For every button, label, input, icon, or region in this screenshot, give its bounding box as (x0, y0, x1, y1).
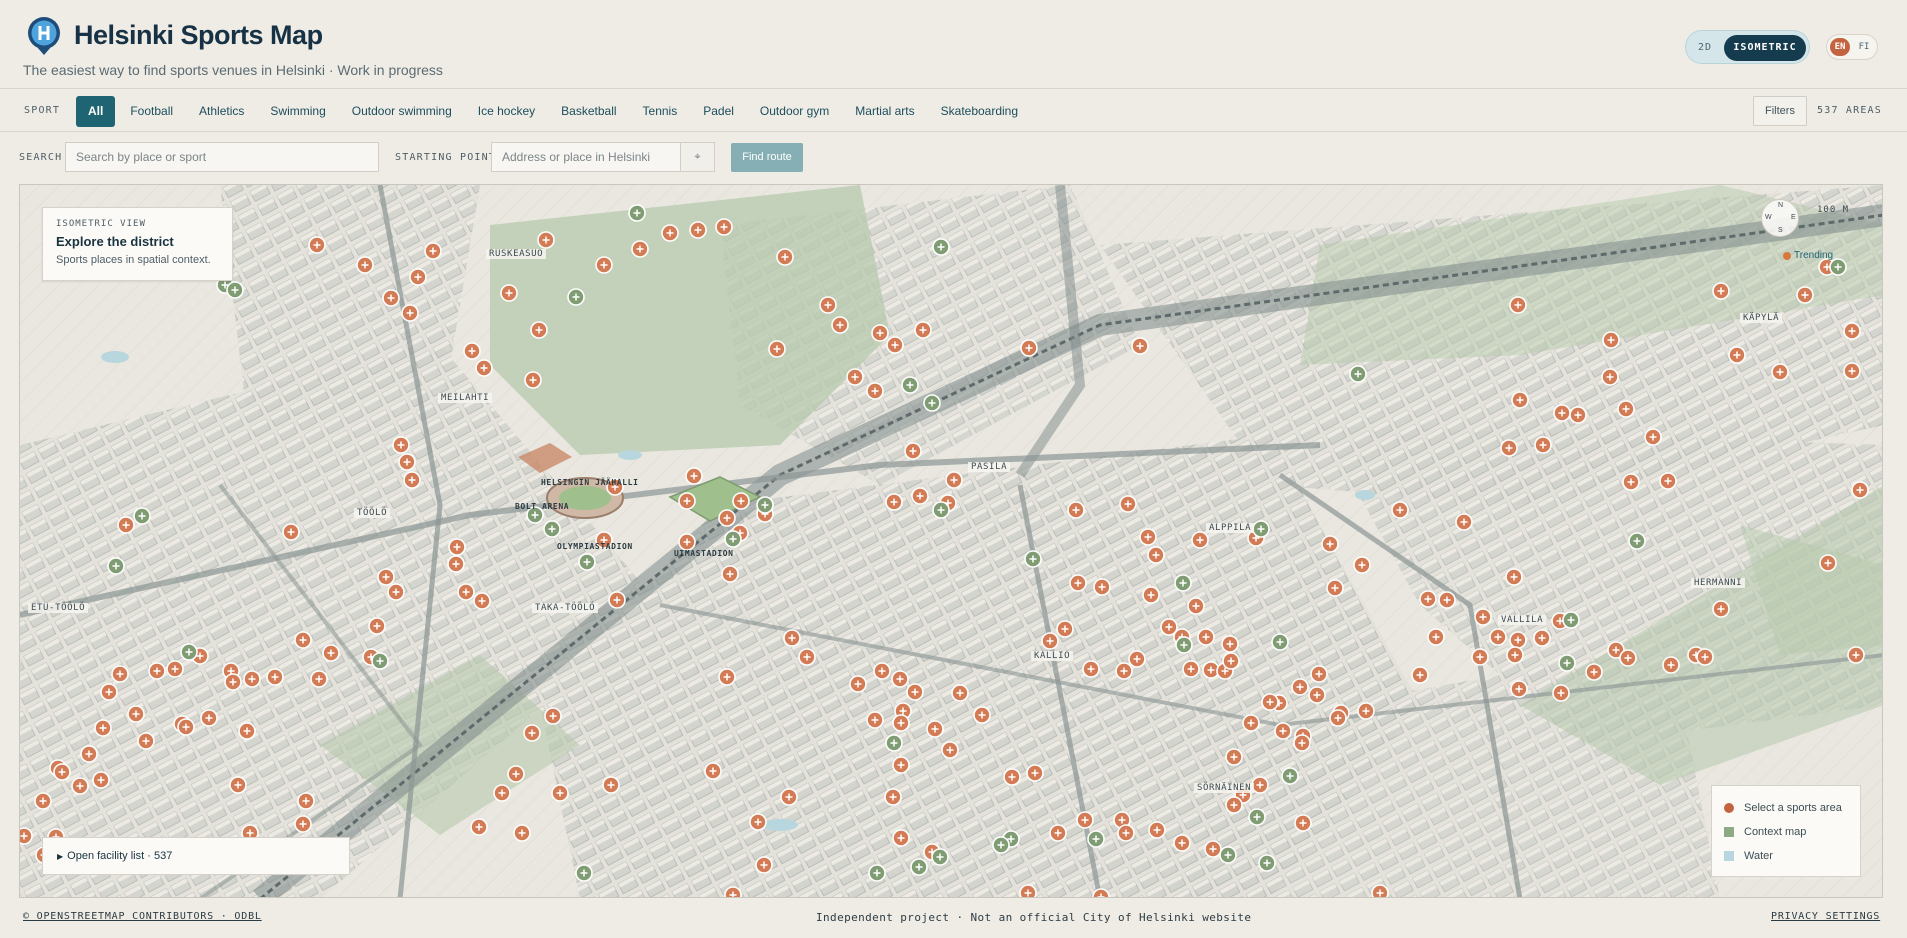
chip-skateboarding[interactable]: Skateboarding (928, 96, 1031, 127)
search-label: SEARCH (19, 152, 63, 163)
logo-pin-icon (28, 17, 60, 55)
filters-button[interactable]: Filters (1753, 96, 1807, 126)
chip-ice-hockey[interactable]: Ice hockey (465, 96, 548, 127)
compass-w: W (1765, 214, 1772, 221)
landmark-label: UIMASTADION (674, 549, 734, 558)
chip-outdoor-swimming[interactable]: Outdoor swimming (339, 96, 465, 127)
app-header: Helsinki Sports Map The easiest way to f… (0, 0, 1907, 88)
app-title: Helsinki Sports Map (74, 20, 323, 50)
chip-basketball[interactable]: Basketball (548, 96, 629, 127)
district-label: KALLIO (1031, 651, 1074, 661)
district-label: VALLILA (1498, 615, 1547, 625)
map-attribution-link[interactable]: © OPENSTREETMAP CONTRIBUTORS · ODBL (23, 911, 262, 922)
landmark-label: OLYMPIASTADION (557, 542, 633, 551)
search-row: SEARCH STARTING POINT ⌖ Find route (0, 133, 1907, 183)
district-label: MEILAHTI (438, 393, 493, 403)
legend-swatch (1724, 803, 1734, 813)
map-canvas[interactable] (20, 185, 1883, 898)
trending-toggle[interactable]: Trending (1780, 247, 1837, 265)
district-label: ETU-TÖÖLÖ (28, 603, 89, 613)
legend-swatch (1724, 851, 1734, 861)
district-label: TÖÖLÖ (354, 508, 391, 518)
legend-label: Context map (1744, 826, 1807, 838)
crosshair-icon: ⌖ (694, 151, 701, 163)
privacy-settings-link[interactable]: PRIVACY SETTINGS (1771, 911, 1880, 922)
app-footer: © OPENSTREETMAP CONTRIBUTORS · ODBL Inde… (0, 898, 1907, 938)
compass-e: E (1791, 214, 1796, 221)
find-route-button[interactable]: Find route (731, 143, 803, 172)
info-card-text: Sports places in spatial context. (56, 254, 211, 266)
district-label: HERMANNI (1691, 578, 1746, 588)
district-label: KÄPYLÄ (1740, 313, 1783, 323)
district-label: RUSKEASUO (486, 249, 547, 259)
app-logo[interactable] (26, 16, 62, 56)
sport-filter-bar: SPORT All Football Athletics Swimming Ou… (0, 88, 1907, 132)
district-label: TAKA-TÖÖLÖ (532, 603, 599, 613)
legend-item-sports: Select a sports area (1724, 796, 1848, 820)
language-en-button[interactable]: EN (1830, 38, 1850, 56)
areas-count: 537 AREAS (1817, 105, 1882, 116)
language-toggle: EN FI (1826, 34, 1878, 60)
app-subtitle: The easiest way to find sports venues in… (23, 62, 443, 78)
legend-item-context: Context map (1724, 820, 1848, 844)
info-card-title: Explore the district (56, 234, 174, 249)
legend-item-water: Water (1724, 844, 1848, 868)
chip-martial-arts[interactable]: Martial arts (842, 96, 927, 127)
language-fi-button[interactable]: FI (1854, 38, 1874, 56)
district-label: SÖRNÄINEN (1194, 783, 1255, 793)
starting-point-input[interactable] (491, 142, 681, 172)
legend-label: Water (1744, 850, 1773, 862)
info-card-kicker: ISOMETRIC VIEW (56, 219, 146, 229)
facility-list-label: Open facility list · 537 (67, 850, 173, 862)
open-facility-list-button[interactable]: ▶ Open facility list · 537 (42, 837, 350, 875)
view-2d-button[interactable]: 2D (1690, 35, 1720, 61)
map-scale: 100 M (1817, 205, 1850, 215)
starting-point-label: STARTING POINT (395, 152, 497, 163)
chip-swimming[interactable]: Swimming (257, 96, 338, 127)
legend-label: Select a sports area (1744, 802, 1842, 814)
chip-all[interactable]: All (76, 96, 116, 127)
sport-chips: All Football Athletics Swimming Outdoor … (76, 96, 1031, 127)
map-legend: Select a sports area Context map Water (1711, 785, 1861, 877)
footer-disclaimer: Independent project · Not an official Ci… (816, 911, 1252, 924)
compass[interactable]: N E S W (1761, 199, 1799, 237)
view-isometric-button[interactable]: ISOMETRIC (1724, 35, 1806, 61)
locate-me-button[interactable]: ⌖ (681, 142, 715, 172)
search-input[interactable] (65, 142, 379, 172)
compass-s: S (1778, 227, 1783, 234)
expand-triangle-icon: ▶ (57, 852, 64, 861)
chip-athletics[interactable]: Athletics (186, 96, 257, 127)
sport-label: SPORT (24, 105, 61, 116)
landmark-label: BOLT ARENA (515, 502, 570, 511)
chip-outdoor-gym[interactable]: Outdoor gym (747, 96, 842, 127)
map-info-card: ISOMETRIC VIEW Explore the district Spor… (42, 207, 233, 281)
district-label: PASILA (968, 462, 1011, 472)
chip-tennis[interactable]: Tennis (630, 96, 691, 127)
chip-padel[interactable]: Padel (690, 96, 747, 127)
district-label: ALPPILA (1206, 523, 1255, 533)
view-mode-toggle: 2D ISOMETRIC (1685, 30, 1810, 64)
legend-swatch (1724, 827, 1734, 837)
chip-football[interactable]: Football (117, 96, 186, 127)
landmark-label: HELSINGIN JÄÄHALLI (541, 478, 639, 487)
compass-n: N (1778, 202, 1784, 209)
isometric-map[interactable]: ISOMETRIC VIEW Explore the district Spor… (19, 184, 1883, 898)
